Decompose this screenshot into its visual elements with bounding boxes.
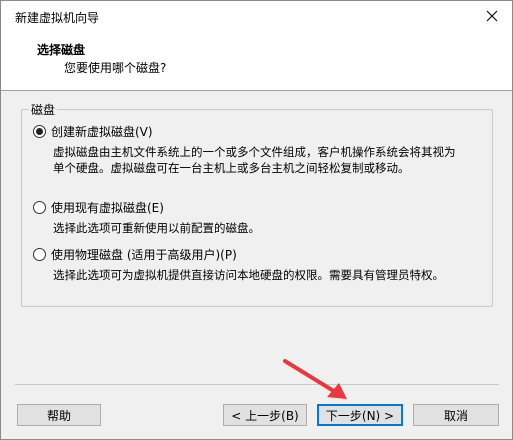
radio-create-new-disk[interactable]: 创建新虚拟磁盘(V)	[33, 123, 153, 140]
description-line: 选择此选项可为虚拟机提供直接访问本地硬盘的权限。需要具有管理员特权。	[53, 268, 444, 282]
radio-selected-dot	[36, 128, 43, 135]
radio-use-physical-disk[interactable]: 使用物理磁盘 (适用于高级用户)(P)	[33, 246, 237, 263]
close-button[interactable]	[472, 1, 512, 31]
description-use-existing: 选择此选项可重新使用以前配置的磁盘。	[53, 220, 483, 236]
wizard-header: 选择磁盘 您要使用哪个磁盘?	[1, 31, 512, 91]
help-button[interactable]: 帮助	[17, 404, 101, 426]
next-button[interactable]: 下一步(N) >	[317, 404, 403, 426]
description-use-physical: 选择此选项可为虚拟机提供直接访问本地硬盘的权限。需要具有管理员特权。	[53, 267, 483, 283]
back-button[interactable]: < 上一步(B)	[223, 404, 307, 426]
disk-group-legend: 磁盘	[29, 101, 58, 118]
radio-label-use-physical: 使用物理磁盘 (适用于高级用户)(P)	[51, 248, 237, 262]
radio-button-use-existing[interactable]	[33, 201, 46, 214]
radio-label-create-new: 创建新虚拟磁盘(V)	[51, 125, 153, 139]
description-line: 虚拟磁盘由主机文件系统上的一个或多个文件组成，客户机操作系统会将其视为	[53, 145, 456, 159]
page-subtitle: 您要使用哪个磁盘?	[64, 61, 167, 75]
description-create-new: 虚拟磁盘由主机文件系统上的一个或多个文件组成，客户机操作系统会将其视为 单个硬盘…	[53, 144, 483, 176]
description-line: 单个硬盘。虚拟磁盘可在一台主机上或多台主机之间轻松复制或移动。	[53, 161, 410, 175]
wizard-window: 新建虚拟机向导 选择磁盘 您要使用哪个磁盘? 磁盘 创建新虚拟磁盘(V) 虚拟磁…	[0, 0, 513, 440]
description-line: 选择此选项可重新使用以前配置的磁盘。	[53, 221, 260, 235]
annotation-arrow-icon	[283, 359, 347, 399]
page-title: 选择磁盘	[37, 43, 86, 57]
radio-label-use-existing: 使用现有虚拟磁盘(E)	[51, 201, 164, 215]
title-bar: 新建虚拟机向导	[1, 1, 512, 31]
footer-separator	[15, 384, 499, 385]
radio-use-existing-disk[interactable]: 使用现有虚拟磁盘(E)	[33, 199, 164, 216]
close-icon	[486, 10, 498, 22]
radio-button-use-physical[interactable]	[33, 248, 46, 261]
radio-button-create-new[interactable]	[33, 125, 46, 138]
window-title: 新建虚拟机向导	[15, 11, 100, 25]
cancel-button[interactable]: 取消	[413, 404, 499, 426]
